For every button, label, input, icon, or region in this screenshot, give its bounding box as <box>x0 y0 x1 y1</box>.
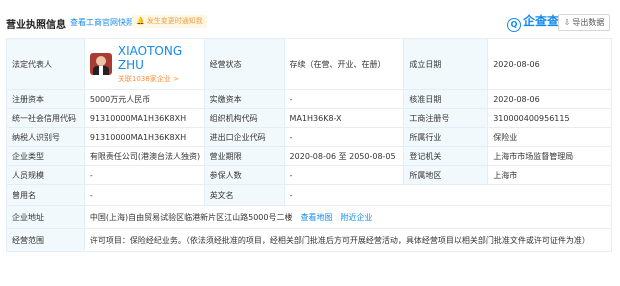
license-info-table: 法定代表人 XIAOTONG ZHU 关联1038家企业 > 经营状态 存续（在… <box>6 38 612 252</box>
import-code-value: - <box>285 128 405 146</box>
insured-count-label: 参保人数 <box>204 166 285 184</box>
table-row: 统一社会信用代码 91310000MA1H36K8XH 组织机构代码 MA1H3… <box>7 109 612 128</box>
export-data-button[interactable]: ⇩ 导出数据 <box>558 14 610 31</box>
region-value: 上海市 <box>488 166 612 184</box>
industry-label: 所属行业 <box>404 128 489 146</box>
reg-capital-value: 5000万元人民币 <box>85 90 205 108</box>
address-label: 企业地址 <box>7 206 85 228</box>
status-value: 存续（在营、开业、在册） <box>285 39 405 89</box>
staff-scale-value: - <box>85 166 205 184</box>
qcc-logo-text: 企查查 <box>523 14 560 28</box>
founded-value: 2020-08-06 <box>488 39 612 89</box>
export-data-label: 导出数据 <box>572 18 605 27</box>
credit-code-value: 91310000MA1H36K8XH <box>85 109 205 127</box>
table-row: 曾用名 - 英文名 - <box>7 185 612 206</box>
table-row: 人员规模 - 参保人数 - 所属地区 上海市 <box>7 166 612 185</box>
legal-rep-name[interactable]: XIAOTONG ZHU <box>118 44 204 72</box>
table-row: 法定代表人 XIAOTONG ZHU 关联1038家企业 > 经营状态 存续（在… <box>7 39 612 90</box>
former-name-label: 曾用名 <box>7 185 85 205</box>
former-name-value: - <box>85 185 205 205</box>
business-term-value: 2020-08-06 至 2050-08-05 <box>285 147 405 165</box>
business-term-label: 营业期限 <box>204 147 285 165</box>
biz-reg-value: 310000400956115 <box>488 109 612 127</box>
section-title: 营业执照信息 <box>6 20 66 31</box>
approval-date-value: 2020-08-06 <box>488 90 612 108</box>
avatar[interactable] <box>89 53 112 75</box>
legal-rep-cell: XIAOTONG ZHU 关联1038家企业 > <box>85 39 205 89</box>
change-notify-button[interactable]: 🔔 发生变更时通知我 <box>132 15 207 28</box>
english-name-label: 英文名 <box>204 185 285 205</box>
industry-value: 保险业 <box>488 128 612 146</box>
taxpayer-id-value: 91310000MA1H36K8XH <box>85 128 205 146</box>
table-row: 注册资本 5000万元人民币 实缴资本 - 核准日期 2020-08-06 <box>7 90 612 109</box>
business-scope-value: 许可项目：保险经纪业务。（依法须经批准的项目，经相关部门批准后方可开展经营活动，… <box>85 229 612 251</box>
founded-label: 成立日期 <box>404 39 489 89</box>
table-row: 纳税人识别号 91310000MA1H36K8XH 进出口企业代码 - 所属行业… <box>7 128 612 147</box>
reg-capital-label: 注册资本 <box>7 90 85 108</box>
official-snapshot-link[interactable]: 查看工商官网快照 <box>70 17 134 28</box>
org-code-value: MA1H36K8-X <box>285 109 405 127</box>
import-code-label: 进出口企业代码 <box>204 128 285 146</box>
reg-authority-value: 上海市市场监督管理局 <box>488 147 612 165</box>
english-name-value: - <box>285 185 612 205</box>
biz-reg-label: 工商注册号 <box>404 109 489 127</box>
qcc-logo: Q 企查查 <box>507 11 560 32</box>
company-type-value: 有限责任公司(港澳台法人独资) <box>85 147 205 165</box>
table-row: 企业地址 中国(上海)自由贸易试验区临港新片区江山路5000号二楼 查看地图 附… <box>7 206 612 229</box>
org-code-label: 组织机构代码 <box>204 109 285 127</box>
nearby-companies-link[interactable]: 附近企业 <box>341 212 373 223</box>
address-value: 中国(上海)自由贸易试验区临港新片区江山路5000号二楼 <box>89 212 293 222</box>
legal-rep-label: 法定代表人 <box>7 39 85 89</box>
credit-code-label: 统一社会信用代码 <box>7 109 85 127</box>
qcc-logo-icon: Q <box>507 18 521 32</box>
related-companies-link[interactable]: 关联1038家企业 > <box>118 74 204 84</box>
bell-icon: 🔔 <box>136 17 145 25</box>
table-row: 企业类型 有限责任公司(港澳台法人独资) 营业期限 2020-08-06 至 2… <box>7 147 612 166</box>
view-map-link[interactable]: 查看地图 <box>301 212 333 223</box>
section-header: 营业执照信息 查看工商官网快照 🔔 发生变更时通知我 Q 企查查 ⇩ 导出数据 <box>0 0 620 34</box>
paid-capital-value: - <box>285 90 405 108</box>
insured-count-value: - <box>285 166 405 184</box>
reg-authority-label: 登记机关 <box>404 147 489 165</box>
download-icon: ⇩ <box>563 18 571 27</box>
staff-scale-label: 人员规模 <box>7 166 85 184</box>
table-row: 经营范围 许可项目：保险经纪业务。（依法须经批准的项目，经相关部门批准后方可开展… <box>7 229 612 252</box>
taxpayer-id-label: 纳税人识别号 <box>7 128 85 146</box>
business-scope-label: 经营范围 <box>7 229 85 251</box>
region-label: 所属地区 <box>404 166 489 184</box>
company-type-label: 企业类型 <box>7 147 85 165</box>
approval-date-label: 核准日期 <box>404 90 489 108</box>
address-cell: 中国(上海)自由贸易试验区临港新片区江山路5000号二楼 查看地图 附近企业 <box>85 206 612 228</box>
change-notify-label: 发生变更时通知我 <box>146 17 203 25</box>
status-label: 经营状态 <box>204 39 285 89</box>
paid-capital-label: 实缴资本 <box>204 90 285 108</box>
